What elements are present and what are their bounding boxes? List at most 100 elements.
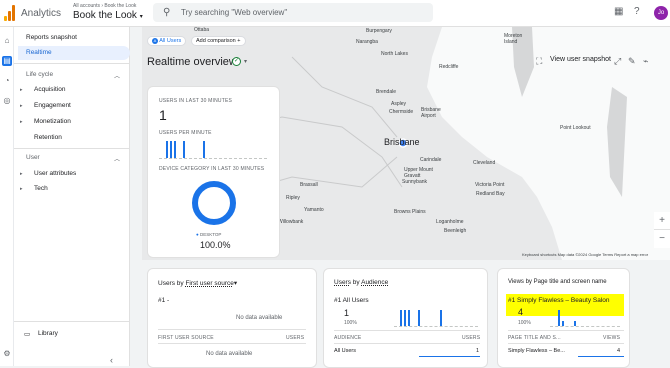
reports-icon[interactable]: ▤ [2,56,12,66]
first-user-source-card: Users by First user source▾ #1 - No data… [147,268,317,368]
insights-icon[interactable]: ⌁ [643,56,648,67]
map-label: Cleveland [473,160,496,166]
lifecycle-header[interactable]: Life cycle [26,71,53,78]
breadcrumb[interactable]: All accounts › Book the Look [73,3,136,9]
divider [158,329,306,330]
chart-bar [418,310,420,326]
view-snapshot-icon: ⛶ [536,56,543,66]
chart-bar [562,321,564,326]
chevron-down-icon[interactable]: ▾ [244,58,247,65]
chart-bar [400,310,402,326]
chevron-up-icon[interactable]: ︿ [114,154,120,163]
table-row-name[interactable]: All Users [334,348,356,354]
avatar[interactable]: Jo [654,6,668,20]
advertising-icon[interactable]: ◎ [2,96,12,106]
rank-number: #1 [158,297,166,304]
sidebar-item-acquisition[interactable]: Acquisition [34,86,65,93]
reports-sidebar: Reports snapshot Realtime Life cycle ︿ ▸… [14,27,130,366]
column-header: VIEWS [603,335,621,341]
card-title: Users by Audience [334,279,388,286]
expand-arrow-icon: ▸ [20,103,23,109]
property-selector[interactable]: Book the Look ▾ [73,10,143,21]
baseline [159,158,267,159]
top-bar: Analytics All accounts › Book the Look B… [0,0,670,27]
card-title: Views by Page title and screen name [508,279,607,285]
table-row-name[interactable]: Simply Flawless – Be... [508,348,565,354]
app-name: Analytics [21,8,62,19]
chart-bar [404,310,406,326]
first-user-source-dropdown[interactable]: First user source [185,280,233,287]
map-label: Willowbank [278,219,304,225]
users-label: USERS IN LAST 30 MINUTES [159,98,233,104]
expand-arrow-icon: ▸ [20,186,23,192]
all-users-label: All Users [159,38,182,44]
zoom-in-button[interactable]: + [654,212,670,230]
views-card: Views by Page title and screen name #1 S… [497,268,630,368]
map-city-label: Brisbane [384,137,420,147]
sidebar-item-engagement[interactable]: Engagement [34,102,71,109]
apps-grid-icon[interactable]: ▦ [614,6,623,17]
search-bar[interactable]: ⚲ Try searching "Web overview" [153,3,433,22]
sidebar-item-reports-snapshot[interactable]: Reports snapshot [26,34,77,41]
no-data-message: No data available [206,351,253,357]
all-users-chip[interactable]: A All Users [147,36,187,46]
row-share-bar [578,356,624,357]
zoom-out-button[interactable]: − [654,230,670,248]
dropdown-arrow-icon[interactable]: ▾ [234,280,237,287]
sidebar-item-tech[interactable]: Tech [34,185,48,192]
analytics-logo [4,5,16,21]
row-share-bar [419,356,480,357]
column-header: AUDIENCE [334,335,362,341]
chevron-up-icon[interactable]: ︿ [114,71,120,80]
home-icon[interactable]: ⌂ [2,36,12,46]
map-label: Point Lookout [560,125,591,131]
column-header: PAGE TITLE AND S... [508,335,561,341]
column-header: USERS [286,335,305,341]
users-count: 1 [159,107,167,123]
settings-icon[interactable]: ⚙ [2,349,12,359]
fullscreen-icon[interactable]: ⤢ [614,56,621,67]
sidebar-item-monetization[interactable]: Monetization [34,118,71,125]
audience-dropdown[interactable]: Audience [361,279,388,286]
chart-bar [574,321,576,326]
map-label: Ripley [286,195,300,201]
collapse-sidebar-icon[interactable]: ‹ [110,355,113,365]
device-percent: 100.0% [200,240,231,250]
per-minute-label: USERS PER MINUTE [159,130,212,136]
edit-icon[interactable]: ✎ [628,56,636,67]
rank-label: #1 - [158,297,169,304]
divider [14,148,130,149]
check-icon: ✓ [232,57,241,66]
sidebar-item-user-attributes[interactable]: User attributes [34,170,76,177]
add-comparison-button[interactable]: Add comparison + [191,36,246,46]
explore-icon[interactable]: ◔ [2,76,12,86]
map-label: Brassall [300,182,318,188]
sidebar-item-library[interactable]: Library [38,330,58,337]
map-label: Chermside [389,109,414,115]
users-dropdown[interactable]: Users [334,279,351,286]
sidebar-item-realtime[interactable]: Realtime [18,46,130,60]
no-data-message: No data available [236,315,283,321]
view-user-snapshot-button[interactable]: View user snapshot [550,56,611,63]
plus-icon: + [237,38,241,44]
sidebar-item-retention[interactable]: Retention [34,134,62,141]
add-comparison-label: Add comparison [196,38,236,44]
map-attribution[interactable]: Keyboard shortcuts Map data ©2024 Google… [522,252,648,257]
map-label: Redcliffe [439,64,459,70]
dash-icon: - [167,297,170,304]
map-label: Beenleigh [444,228,467,234]
expand-arrow-icon: ▸ [20,87,23,93]
divider [14,321,130,322]
top-value: 4 [518,307,524,317]
segment-letter-icon: A [152,38,158,44]
baseline [394,326,478,327]
search-icon: ⚲ [163,7,171,18]
chart-bar [203,141,205,158]
map-label: Burpengary [366,28,392,34]
chart-bar [183,141,185,158]
user-header[interactable]: User [26,154,40,161]
card-title: Users by First user source▾ [158,279,237,287]
help-icon[interactable]: ? [634,6,640,17]
map-label: Browns Plains [394,209,426,215]
chart-bar [174,141,176,158]
